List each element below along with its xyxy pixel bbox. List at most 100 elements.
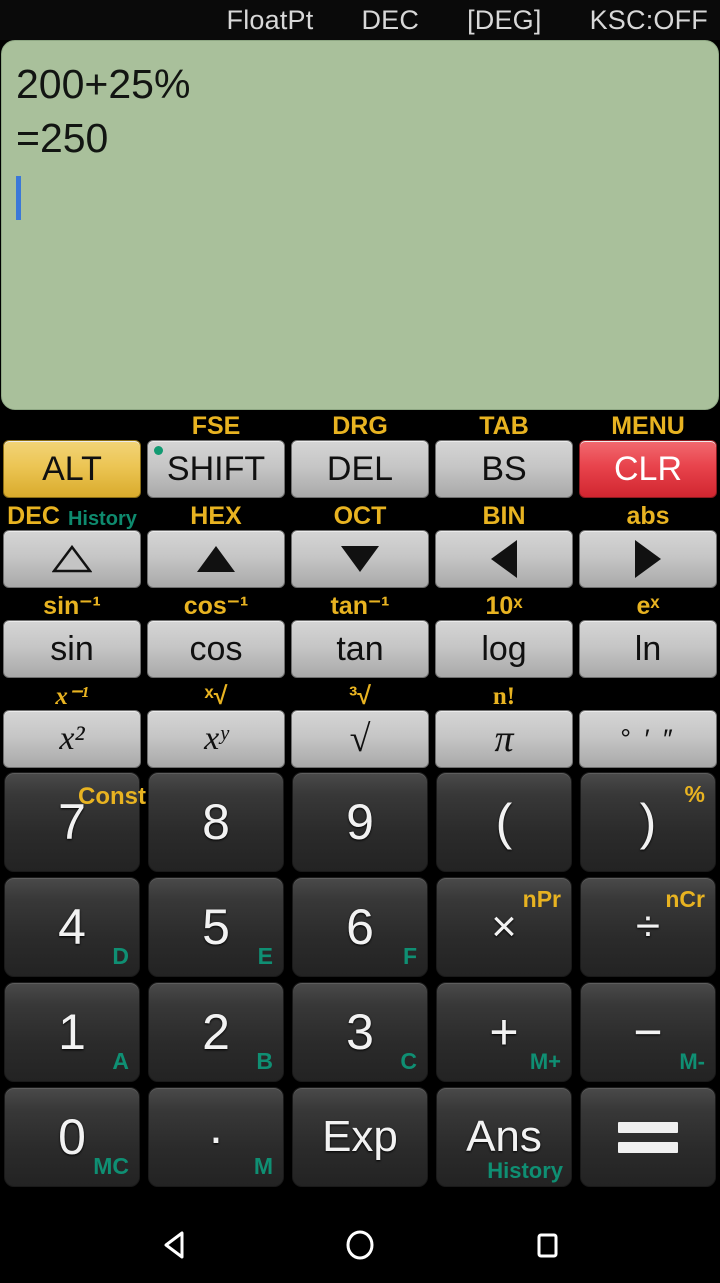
triangle-down-icon (341, 546, 379, 572)
key-pi-label: π (494, 718, 514, 760)
key-four-label: 4 (58, 899, 86, 955)
key-npr-label: nPr (522, 886, 561, 912)
key-two[interactable]: 2 B (148, 982, 284, 1082)
sublabel-oct-wrap: OCT (289, 502, 431, 530)
android-back-button[interactable] (156, 1227, 190, 1268)
sublabel-hex-wrap: HEX (145, 502, 287, 530)
key-log[interactable]: log (435, 620, 573, 678)
sublabel-e-pow: eˣ (636, 592, 660, 620)
key-cell-two: 2 B (144, 982, 288, 1087)
key-five-hex-label: E (257, 943, 273, 969)
key-pi[interactable]: π (435, 710, 573, 768)
sublabel-tab: TAB (479, 412, 529, 440)
key-paren-close[interactable]: ) % (580, 772, 716, 872)
key-divide[interactable]: ÷ nCr (580, 877, 716, 977)
key-memory-minus-label: M- (679, 1049, 705, 1074)
key-alt[interactable]: ALT (3, 440, 141, 498)
key-cell-divide: ÷ nCr (576, 877, 720, 982)
key-cell-ln: eˣ ln (576, 592, 720, 682)
triangle-up-outline-icon (52, 545, 92, 573)
android-recents-button[interactable] (530, 1227, 564, 1268)
key-arrow-left[interactable] (435, 530, 573, 588)
key-zero[interactable]: 0 MC (4, 1087, 140, 1187)
key-cos[interactable]: cos (147, 620, 285, 678)
key-row-modifiers: ALT FSE SHIFT DRG DEL TAB BS MENU CLR (0, 412, 720, 502)
key-arrow-right[interactable] (579, 530, 717, 588)
key-arrow-up[interactable] (147, 530, 285, 588)
key-cell-arrow-right: abs (576, 502, 720, 592)
key-memory-label: M (253, 1153, 273, 1179)
key-degree-minute-second[interactable]: ° ′ ″ (579, 710, 717, 768)
sublabel-x-root: ˣ√ (204, 682, 228, 710)
key-del-label: DEL (326, 449, 394, 488)
status-float-mode: FloatPt (226, 4, 314, 35)
key-arrow-up-hollow[interactable] (3, 530, 141, 588)
key-decimal-point-label: · (207, 1109, 225, 1165)
home-circle-icon (346, 1230, 374, 1259)
key-cell-four: 4 D (0, 877, 144, 982)
key-backspace[interactable]: BS (435, 440, 573, 498)
key-minus[interactable]: − M- (580, 982, 716, 1082)
key-answer[interactable]: Ans History (436, 1087, 572, 1187)
key-paren-open[interactable]: ( (436, 772, 572, 872)
key-log-label: log (481, 629, 527, 668)
key-answer-label: Ans (466, 1112, 542, 1161)
key-clear[interactable]: CLR (579, 440, 717, 498)
key-shift[interactable]: SHIFT (147, 440, 285, 498)
key-decimal-point[interactable]: · M (148, 1087, 284, 1187)
sublabel-bin: BIN (482, 502, 526, 530)
key-row-456: 4 D 5 E 6 F × nPr ÷ nCr (0, 877, 720, 982)
equals-icon (618, 1121, 678, 1153)
lcd-display[interactable]: 200+25% =250 (1, 40, 719, 410)
key-x-squared[interactable]: x² (3, 710, 141, 768)
key-plus[interactable]: + M+ (436, 982, 572, 1082)
key-one-hex-label: A (112, 1048, 129, 1074)
sublabel-shift: FSE (145, 412, 287, 440)
key-backspace-label: BS (481, 449, 527, 488)
display-cursor-line (16, 165, 704, 221)
key-seven[interactable]: 7 Const (4, 772, 146, 872)
key-cell-zero: 0 MC (0, 1087, 144, 1192)
key-eight[interactable]: 8 (148, 772, 284, 872)
key-four[interactable]: 4 D (4, 877, 140, 977)
key-one[interactable]: 1 A (4, 982, 140, 1082)
sublabel-acos: cos⁻¹ (183, 592, 249, 620)
key-tan[interactable]: tan (291, 620, 429, 678)
sublabel-cube-root: ³√ (348, 682, 372, 710)
key-cell-clr: MENU CLR (576, 412, 720, 502)
sublabel-cuberoot-wrap: ³√ (289, 682, 431, 710)
key-six[interactable]: 6 F (292, 877, 428, 977)
key-five[interactable]: 5 E (148, 877, 284, 977)
key-cell-log: 10ˣ log (432, 592, 576, 682)
key-zero-label: 0 (58, 1109, 86, 1165)
key-x-to-y[interactable]: xʸ (147, 710, 285, 768)
key-clear-label: CLR (613, 449, 683, 488)
key-arrow-down[interactable] (291, 530, 429, 588)
key-cell-tan: tan⁻¹ tan (288, 592, 432, 682)
key-three[interactable]: 3 C (292, 982, 428, 1082)
key-dms-label: ° ′ ″ (620, 723, 676, 754)
sublabel-acos-wrap: cos⁻¹ (145, 592, 287, 620)
key-exponent[interactable]: Exp (292, 1087, 428, 1187)
key-three-hex-label: C (400, 1048, 417, 1074)
key-del[interactable]: DEL (291, 440, 429, 498)
key-four-hex-label: D (112, 943, 129, 969)
key-nine[interactable]: 9 (292, 772, 428, 872)
key-ln-label: ln (634, 629, 662, 668)
key-sin[interactable]: sin (3, 620, 141, 678)
key-eight-label: 8 (202, 794, 230, 850)
key-two-label: 2 (202, 1004, 230, 1060)
sublabel-menu: MENU (611, 412, 685, 440)
key-five-label: 5 (202, 899, 230, 955)
sublabel-abs: abs (626, 502, 670, 530)
key-exponent-label: Exp (322, 1112, 398, 1161)
key-ln[interactable]: ln (579, 620, 717, 678)
key-equals[interactable] (580, 1087, 716, 1187)
key-multiply[interactable]: × nPr (436, 877, 572, 977)
android-home-button[interactable] (342, 1226, 378, 1269)
key-square-root[interactable]: √ (291, 710, 429, 768)
key-two-hex-label: B (256, 1048, 273, 1074)
sublabel-history: History (67, 508, 137, 530)
key-cell-multiply: × nPr (432, 877, 576, 982)
sublabel-alt (1, 412, 143, 440)
